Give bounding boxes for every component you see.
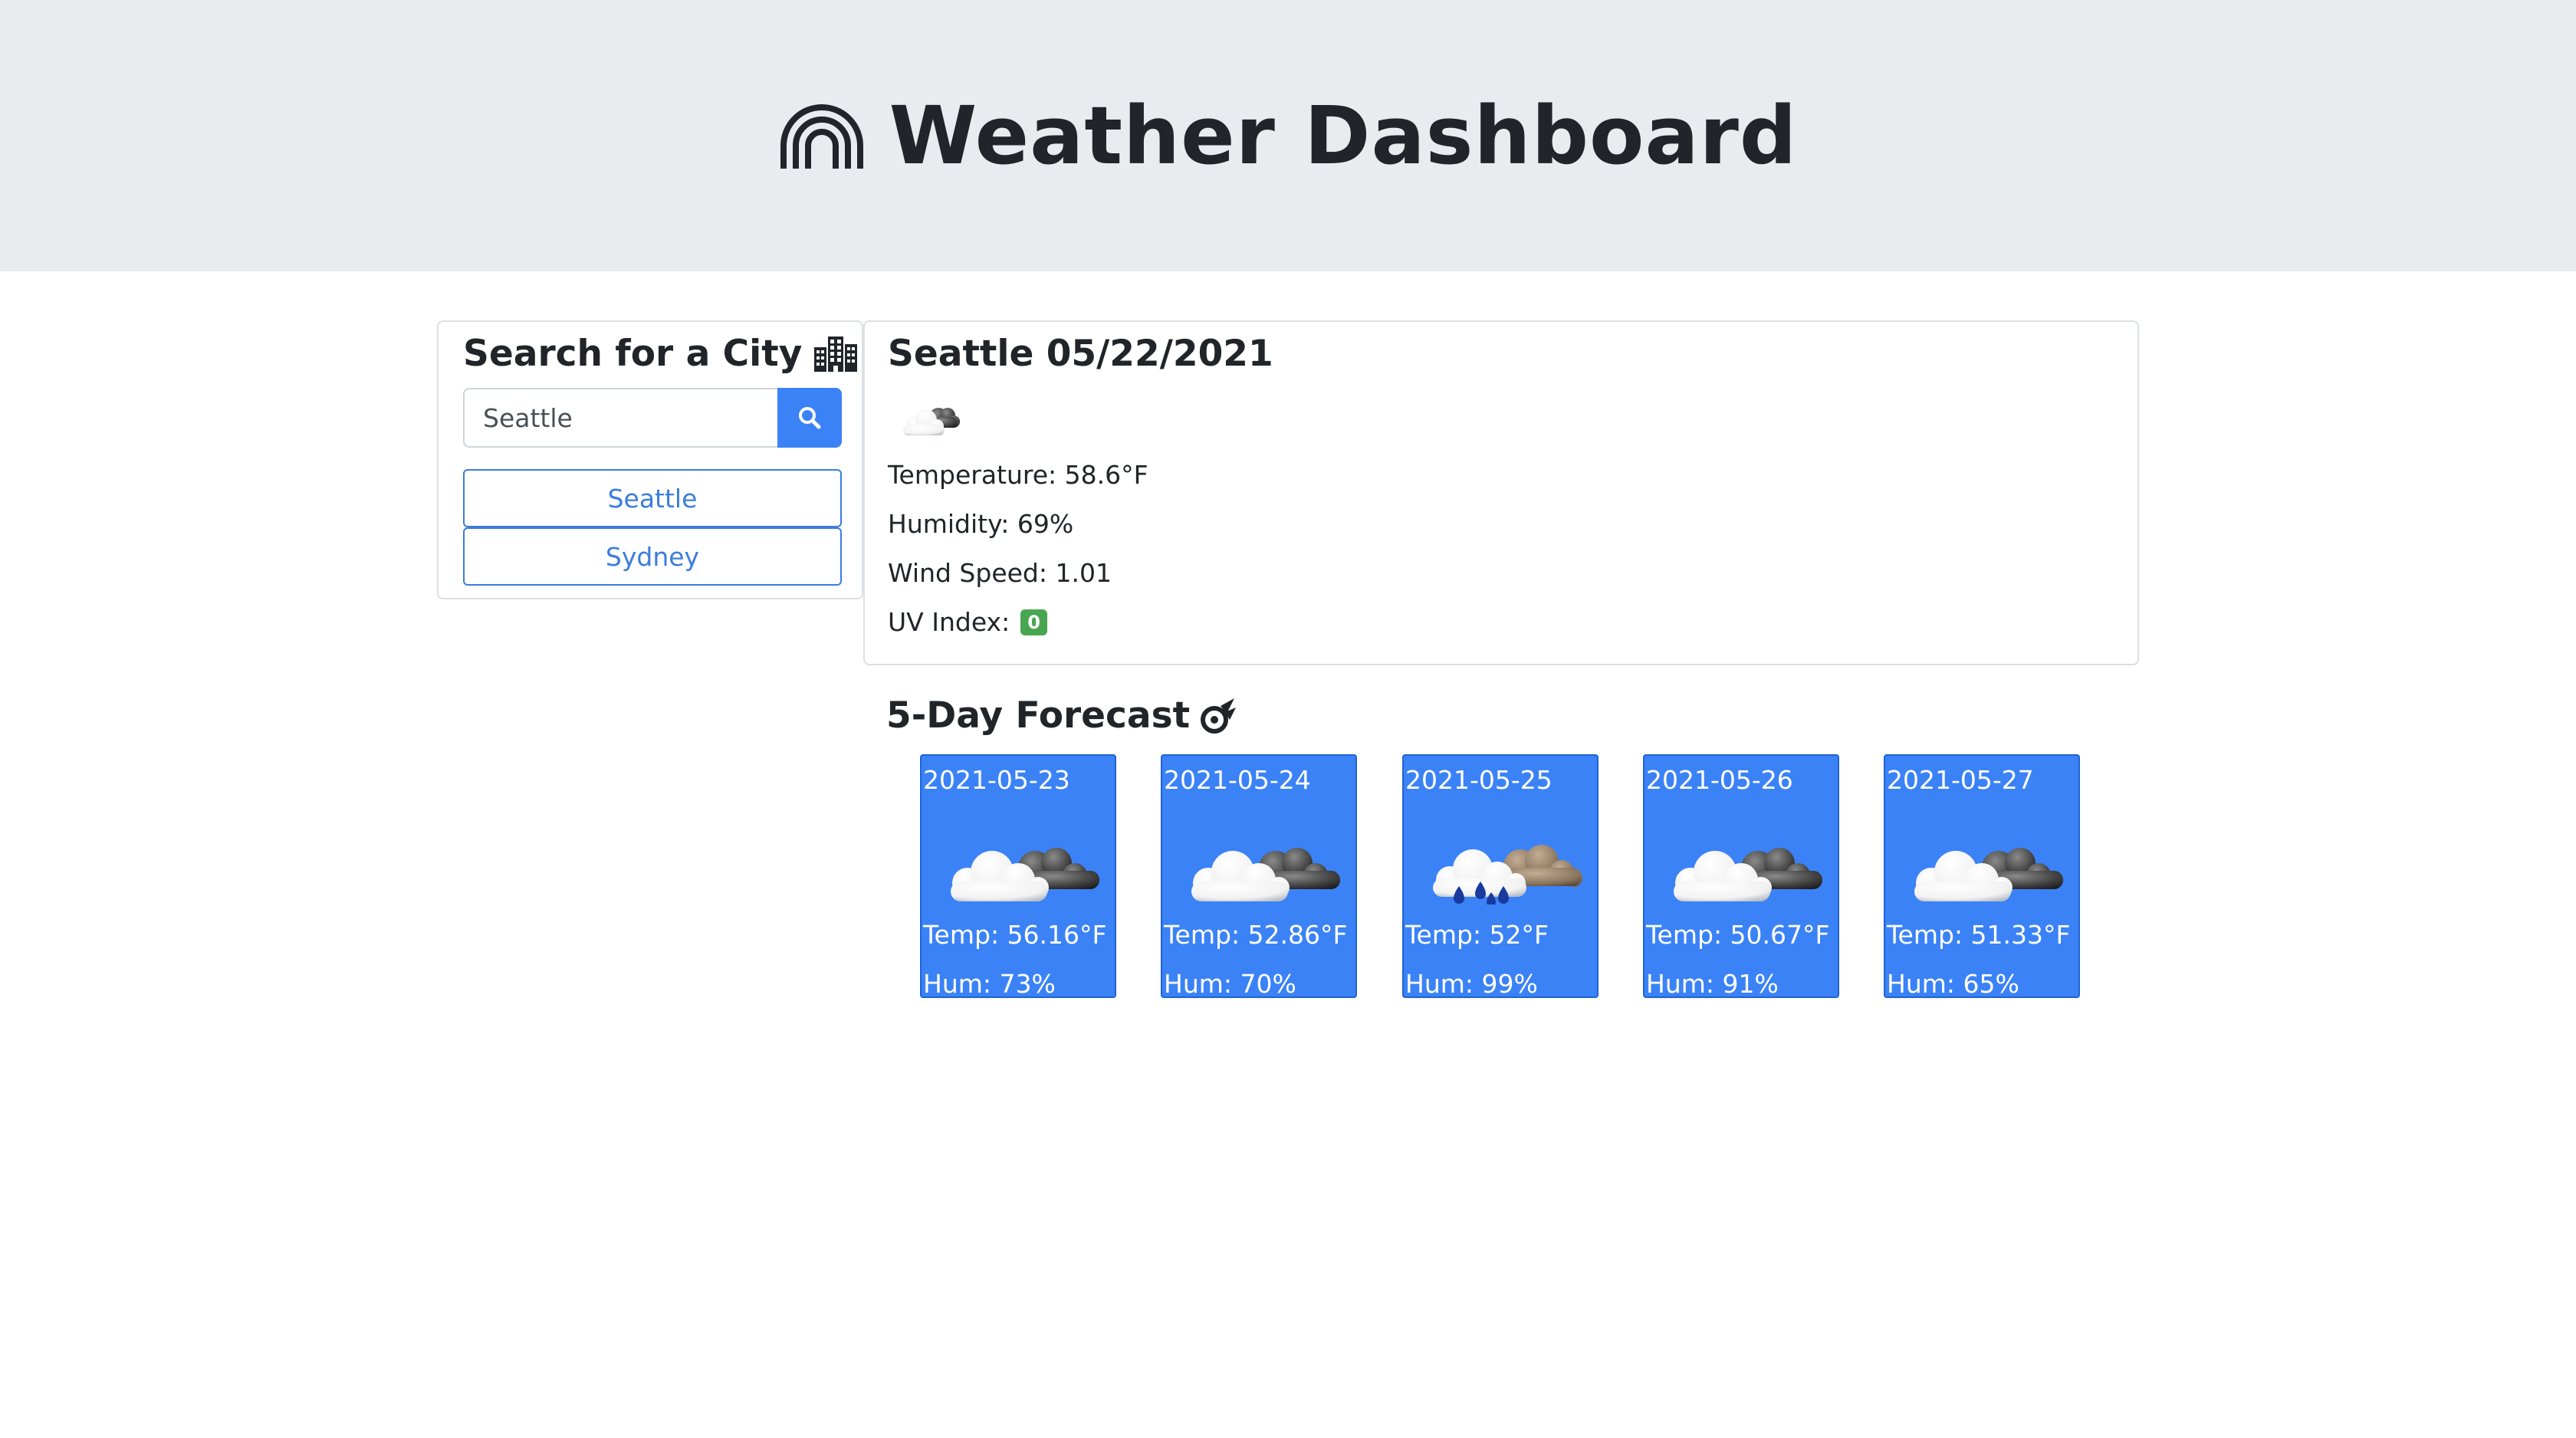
broken-clouds-icon (951, 848, 1099, 901)
forecast-temp: Temp: 56.16°F (923, 920, 1107, 950)
forecast-card: 2021-05-26 Temp: 50.67°F Hum: 91% (1643, 754, 1839, 999)
history-button-sydney[interactable]: Sydney (463, 527, 842, 586)
forecast-card: 2021-05-23 Temp: 56.16°F Hum: 73% (920, 754, 1116, 999)
forecast-heading-text: 5-Day Forecast (886, 694, 1191, 737)
forecast-date: 2021-05-25 (1405, 765, 1552, 795)
broken-clouds-icon (1914, 848, 2063, 901)
forecast-humidity: Hum: 65% (1887, 969, 2019, 999)
broken-clouds-icon (1674, 848, 1822, 901)
forecast-heading: 5-Day Forecast (886, 694, 1237, 737)
city-icon (814, 336, 858, 372)
uv-index-label: UV Index: (888, 607, 1010, 637)
page-title: Weather Dashboard (889, 89, 1798, 182)
forecast-date: 2021-05-27 (1887, 765, 2034, 795)
forecast-humidity: Hum: 73% (923, 969, 1056, 999)
cloudy-icon (903, 408, 960, 435)
forecast-temp: Temp: 51.33°F (1887, 920, 2071, 950)
search-heading: Search for a City (463, 333, 858, 375)
current-weather-panel: Seattle 05/22/2021 Temperature: 58.6°F H… (863, 320, 2139, 665)
uv-index-row: UV Index: 0 (888, 607, 1047, 637)
forecast-humidity: Hum: 91% (1646, 969, 1779, 999)
temperature-text: Temperature: 58.6°F (888, 460, 1148, 490)
history-button-seattle[interactable]: Seattle (463, 469, 842, 527)
forecast-date: 2021-05-26 (1646, 765, 1793, 795)
city-search-input[interactable] (463, 388, 777, 448)
page-header: Weather Dashboard (0, 0, 2576, 271)
current-city-title: Seattle 05/22/2021 (888, 333, 1273, 375)
uv-index-badge: 0 (1020, 609, 1047, 635)
forecast-card: 2021-05-24 Temp: 52.86°F Hum: 70% (1161, 754, 1357, 999)
forecast-date: 2021-05-23 (923, 765, 1070, 795)
forecast-humidity: Hum: 70% (1164, 969, 1296, 999)
search-icon (799, 407, 821, 429)
broken-clouds-icon (1191, 848, 1340, 901)
forecast-card: 2021-05-27 Temp: 51.33°F Hum: 65% (1884, 754, 2080, 999)
search-panel: Search for a City Seattle Seattle Sydney (437, 320, 863, 599)
rainbow-icon (780, 104, 863, 169)
wind-speed-text: Wind Speed: 1.01 (888, 558, 1112, 588)
forecast-humidity: Hum: 99% (1405, 969, 1538, 999)
forecast-date: 2021-05-24 (1164, 765, 1311, 795)
rain-icon (1433, 845, 1582, 904)
search-button[interactable] (777, 388, 842, 448)
forecast-card: 2021-05-25 Temp: 52°F Hum: 99% (1402, 754, 1598, 999)
humidity-text: Humidity: 69% (888, 509, 1074, 539)
search-heading-text: Search for a City (463, 333, 803, 375)
forecast-temp: Temp: 50.67°F (1646, 920, 1830, 950)
forecast-temp: Temp: 52°F (1405, 920, 1549, 950)
forecast-temp: Temp: 52.86°F (1164, 920, 1348, 950)
meteor-icon (1201, 698, 1237, 734)
